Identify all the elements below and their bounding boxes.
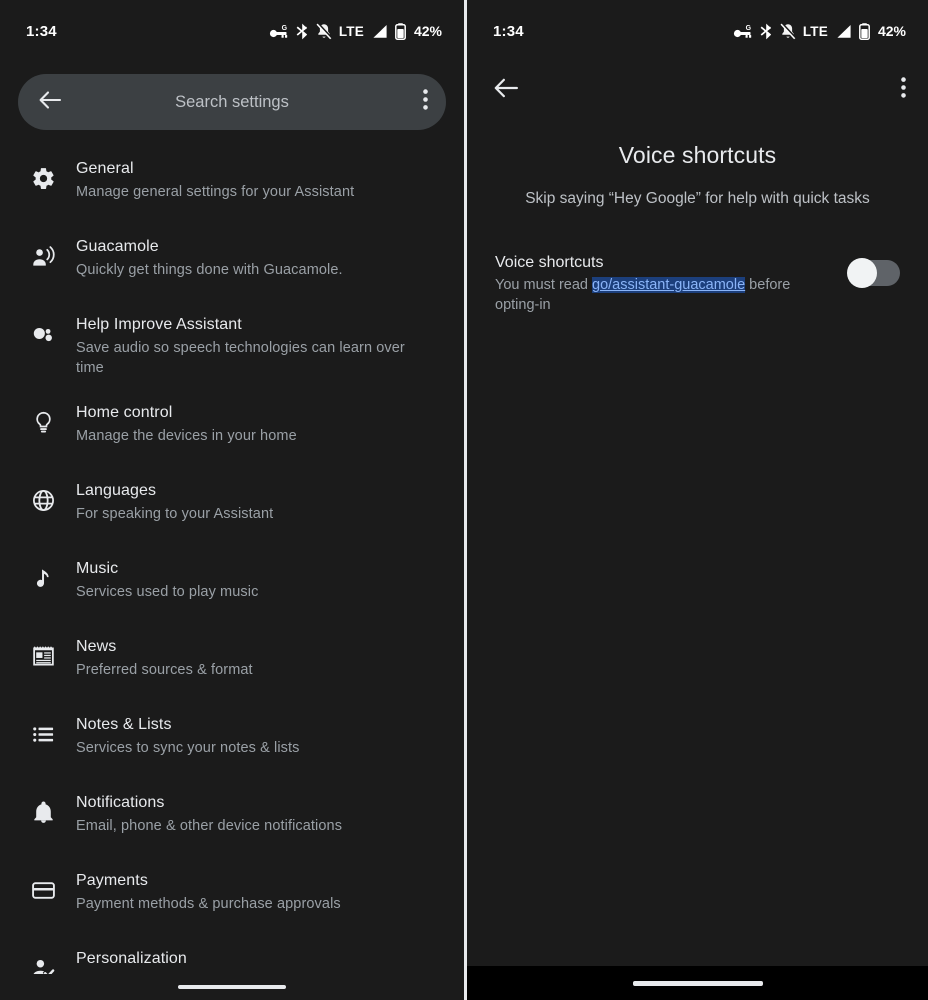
arrow-back-icon[interactable] [38,89,62,116]
battery-percent-label: 42% [413,23,442,39]
arrow-back-icon[interactable] [493,76,519,105]
bell-icon [22,792,64,825]
dual-screenshot-container: 1:34 G LTE 42% Search settings General M… [0,0,928,1000]
sidebar-item-label: Music [76,560,119,577]
sidebar-item-label: News [76,638,117,655]
sidebar-item-sublabel: Manage general settings for your Assista… [76,184,355,200]
more-vert-icon[interactable] [901,77,906,103]
notifications-off-icon [316,22,332,40]
status-bar-left: 1:34 G LTE 42% [0,0,464,62]
gear-icon [22,158,64,191]
setting-description-prefix: You must read [495,277,592,293]
sidebar-item-sublabel: Payment methods & purchase approvals [76,896,341,912]
sidebar-item-label: Personalization [76,950,187,967]
sidebar-item-sublabel: Email, phone & other device notification… [76,818,343,834]
right-phone-screen: 1:34 G LTE 42% Voice shortcuts Skip sayi… [464,0,928,1000]
toggle-thumb [847,258,877,288]
status-bar-icons: G LTE 42% [269,22,442,40]
sidebar-item-languages[interactable]: Languages For speaking to your Assistant [0,468,464,546]
globe-icon [22,480,64,513]
sidebar-item-label: Home control [76,404,173,421]
voice-shortcuts-setting-row[interactable]: Voice shortcuts You must read go/assista… [467,252,928,315]
svg-text:G: G [281,25,287,32]
sidebar-item-music[interactable]: Music Services used to play music [0,546,464,624]
sidebar-item-sublabel: Services to sync your notes & lists [76,740,300,756]
sidebar-item-label: Guacamole [76,238,159,255]
page-title: Voice shortcuts [618,142,777,168]
more-vert-icon[interactable] [423,89,428,115]
search-input[interactable]: Search settings [18,93,446,112]
sidebar-item-sublabel: Quickly get things done with Guacamole. [76,262,343,278]
sidebar-item-label: Payments [76,872,148,889]
bluetooth-icon [296,23,309,40]
battery-icon [859,22,870,40]
signal-cellular-icon [371,24,388,39]
status-bar-right: 1:34 G LTE 42% [467,0,928,62]
vpn-key-g-icon: G [269,24,289,39]
sidebar-item-label: Help Improve Assistant [76,316,242,333]
app-bar [467,62,928,118]
sidebar-item-sublabel: For speaking to your Assistant [76,506,274,522]
sidebar-item-label: General [76,160,134,177]
battery-icon [395,22,406,40]
sidebar-item-help-improve-assistant[interactable]: Help Improve Assistant Save audio so spe… [0,302,464,390]
settings-list: General Manage general settings for your… [0,146,464,1000]
setting-title: Voice shortcuts [495,254,604,271]
sidebar-item-general[interactable]: General Manage general settings for your… [0,146,464,224]
sidebar-item-payments[interactable]: Payments Payment methods & purchase appr… [0,858,464,936]
search-settings-bar[interactable]: Search settings [18,74,446,130]
vpn-key-g-icon: G [733,24,753,39]
status-bar-icons: G LTE 42% [733,22,906,40]
home-indicator[interactable] [632,980,763,986]
status-bar-clock: 1:34 [26,22,57,40]
signal-cellular-icon [835,24,852,39]
sidebar-item-news[interactable]: News Preferred sources & format [0,624,464,702]
voice-shortcuts-toggle[interactable] [847,258,900,288]
navigation-bar-left [0,974,464,1000]
page-subtitle: Skip saying “Hey Google” for help with q… [525,190,870,207]
guacamole-doc-link[interactable]: go/assistant-guacamole [592,277,746,293]
sidebar-item-guacamole[interactable]: Guacamole Quickly get things done with G… [0,224,464,302]
sidebar-item-sublabel: Manage the devices in your home [76,428,297,444]
sidebar-item-sublabel: Save audio so speech technologies can le… [76,340,405,376]
music-note-icon [22,558,64,591]
credit-card-icon [22,870,64,903]
voice-person-icon [22,236,64,269]
sidebar-item-notes-and-lists[interactable]: Notes & Lists Services to sync your note… [0,702,464,780]
sidebar-item-sublabel: Services used to play music [76,584,259,600]
left-phone-screen: 1:34 G LTE 42% Search settings General M… [0,0,464,1000]
bubbles-icon [22,314,64,347]
sidebar-item-label: Notifications [76,794,165,811]
sidebar-item-sublabel: Preferred sources & format [76,662,253,678]
news-icon [22,636,64,669]
home-indicator[interactable] [178,985,286,989]
svg-text:G: G [745,25,751,32]
battery-percent-label: 42% [877,23,906,39]
bluetooth-icon [760,23,773,40]
sidebar-item-notifications[interactable]: Notifications Email, phone & other devic… [0,780,464,858]
status-bar-clock: 1:34 [493,22,524,40]
lte-label: LTE [802,23,828,39]
sidebar-item-label: Languages [76,482,157,499]
navigation-bar-right [467,966,928,1000]
sidebar-item-home-control[interactable]: Home control Manage the devices in your … [0,390,464,468]
sidebar-item-label: Notes & Lists [76,716,172,733]
notifications-off-icon [780,22,796,40]
lte-label: LTE [338,23,364,39]
setting-description: You must read go/assistant-guacamole bef… [495,275,828,315]
lightbulb-icon [22,402,64,435]
list-icon [22,714,64,747]
